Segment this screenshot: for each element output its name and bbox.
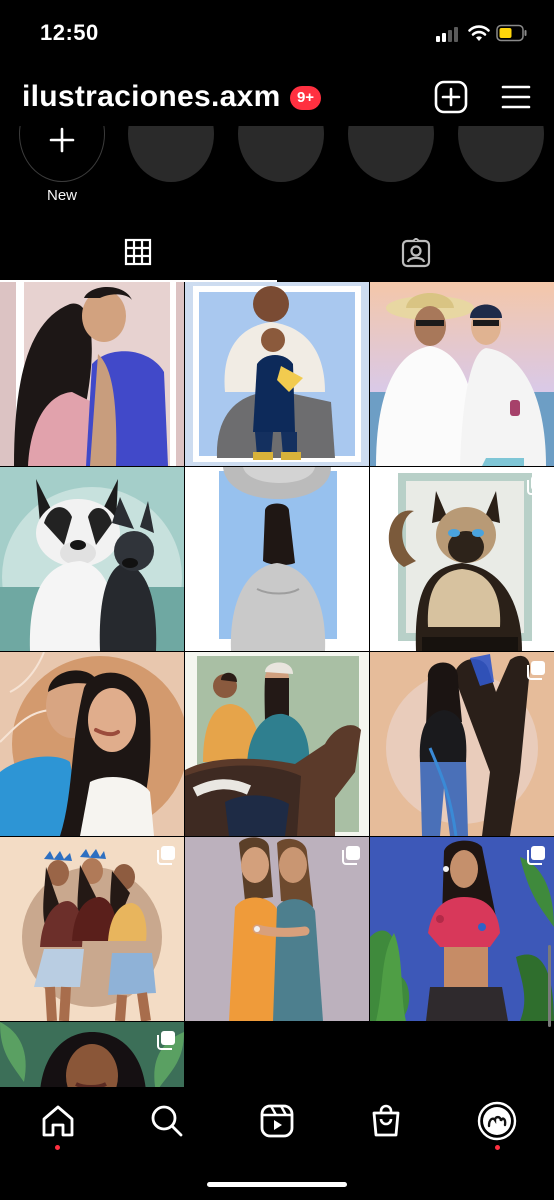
post-thumbnail[interactable] (0, 652, 184, 836)
profile-avatar-icon[interactable] (477, 1101, 517, 1141)
shop-icon[interactable] (366, 1101, 406, 1141)
post-thumbnail[interactable] (185, 652, 369, 836)
post-thumbnail[interactable] (185, 837, 369, 1021)
multiple-photos-icon (527, 846, 545, 865)
home-indicator-bar (207, 1182, 347, 1187)
profile-activity-dot (495, 1145, 500, 1150)
multiple-photos-icon (527, 661, 545, 680)
post-thumbnail[interactable] (185, 467, 369, 651)
tagged-person-icon (401, 238, 431, 268)
status-bar: 12:50 (0, 0, 554, 66)
tab-posts-grid[interactable] (0, 222, 277, 282)
tab-tagged[interactable] (277, 222, 554, 280)
home-activity-dot (55, 1145, 60, 1150)
plus-icon (49, 127, 75, 153)
story-highlights: New (0, 126, 554, 222)
multiple-photos-icon (342, 476, 360, 495)
multiple-photos-icon (157, 1031, 175, 1050)
create-post-button[interactable] (434, 80, 468, 114)
illustration-two-men-in-white (370, 282, 554, 466)
profile-header: ilustraciones.axm 9+ (0, 66, 554, 126)
post-thumbnail[interactable] (185, 282, 369, 466)
post-thumbnail[interactable] (370, 467, 554, 651)
grid-icon (124, 238, 152, 266)
home-icon[interactable] (38, 1101, 78, 1141)
illustration-couple-kissing (0, 282, 184, 466)
post-thumbnail[interactable] (370, 282, 554, 466)
post-thumbnail[interactable] (370, 837, 554, 1021)
cellular-signal-icon (436, 26, 462, 42)
post-thumbnail[interactable] (0, 837, 184, 1021)
post-thumbnail[interactable] (0, 467, 184, 651)
highlight-placeholder (458, 126, 544, 182)
search-icon[interactable] (147, 1101, 187, 1141)
profile-tabs (0, 222, 554, 282)
hamburger-menu-icon[interactable] (500, 83, 532, 111)
illustration-couple-selfie (0, 652, 184, 836)
post-thumbnail[interactable] (370, 652, 554, 836)
illustration-father-and-child (185, 282, 369, 466)
highlight-placeholder (128, 126, 214, 182)
scroll-indicator (548, 945, 551, 1027)
profile-username[interactable]: ilustraciones.axm (22, 80, 281, 114)
posts-grid (0, 282, 554, 1087)
multiple-photos-icon (157, 846, 175, 865)
post-thumbnail[interactable] (0, 1022, 184, 1087)
notifications-badge[interactable]: 9+ (290, 86, 321, 110)
illustration-french-bulldogs (0, 467, 184, 651)
post-thumbnail[interactable] (0, 282, 184, 466)
highlight-placeholder (348, 126, 434, 182)
reels-icon[interactable] (257, 1101, 297, 1141)
multiple-photos-icon (527, 476, 545, 495)
new-highlight-label: New (46, 187, 77, 204)
wifi-icon (468, 25, 490, 41)
battery-icon (496, 24, 527, 42)
illustration-couple-on-horse (185, 652, 369, 836)
status-time: 12:50 (40, 20, 99, 45)
multiple-photos-icon (342, 846, 360, 865)
highlight-placeholder (238, 126, 324, 182)
